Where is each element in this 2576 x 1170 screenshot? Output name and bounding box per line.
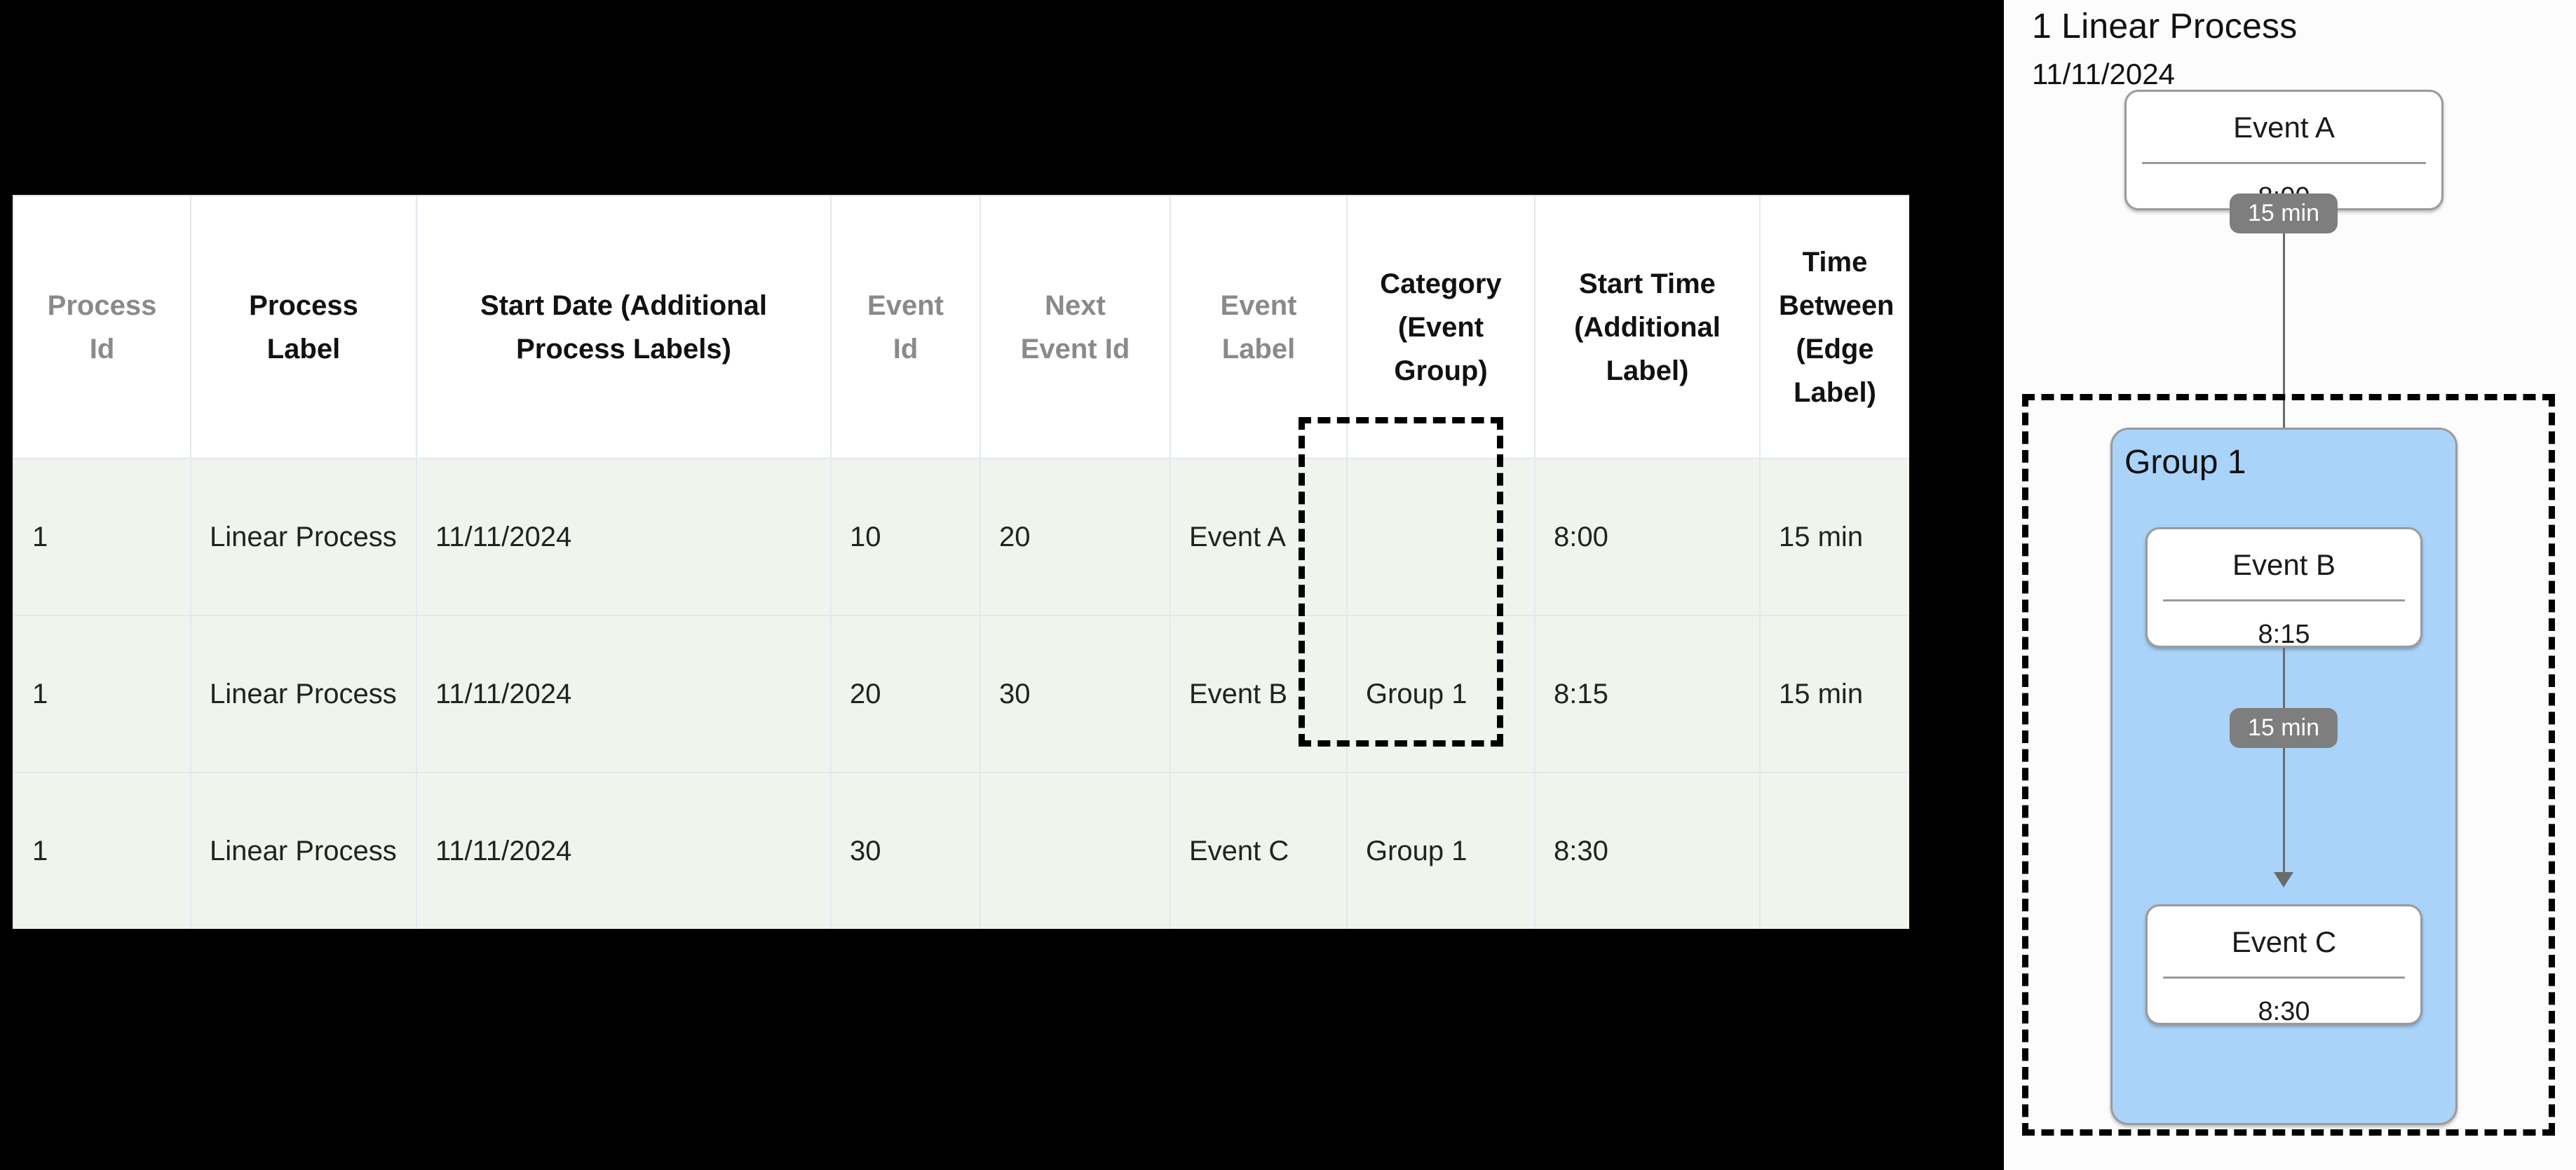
cell-process-label[interactable]: Linear Process	[190, 772, 417, 929]
node-label: Event B	[2232, 548, 2336, 581]
cell-category[interactable]: Group 1	[1346, 615, 1536, 773]
cell-process-id[interactable]: 1	[13, 458, 191, 616]
cell-event-id[interactable]: 30	[830, 772, 981, 929]
edge-badge-b-c: 15 min	[2229, 708, 2338, 748]
cell-start-time[interactable]: 8:15	[1534, 615, 1761, 773]
cell-process-id[interactable]: 1	[13, 772, 191, 929]
cell-process-id[interactable]: 1	[13, 615, 191, 773]
table-head: Process Id Process Label Start Date (Addit…	[13, 195, 1909, 459]
node-time: 8:30	[2258, 997, 2310, 1026]
cell-time-between[interactable]	[1759, 772, 1909, 929]
table-row[interactable]: 1 Linear Process 11/11/2024 30 Event C Group …	[13, 772, 1909, 929]
col-header-process-id[interactable]: Process Id	[13, 195, 191, 459]
table-body: 1 Linear Process 11/11/2024 10 20 Event A 8:00…	[13, 458, 1909, 929]
node-time: 8:15	[2258, 620, 2310, 649]
diagram-date: 11/11/2024	[2032, 57, 2175, 90]
process-events-table: Process Id Process Label Start Date (Addit…	[13, 195, 1909, 929]
col-header-start-time[interactable]: Start Time (Additional Label)	[1534, 195, 1761, 459]
col-header-process-label[interactable]: Process Label	[190, 195, 417, 459]
cell-event-label[interactable]: Event A	[1170, 458, 1348, 616]
edge-arrow-b-c	[2274, 872, 2293, 887]
cell-next-event-id[interactable]	[979, 772, 1171, 929]
diagram-node-event-c[interactable]: Event C 8:30	[2145, 904, 2422, 1026]
cell-next-event-id[interactable]: 30	[979, 615, 1171, 773]
cell-start-date[interactable]: 11/11/2024	[416, 772, 832, 929]
col-header-category[interactable]: Category (Event Group)	[1346, 195, 1536, 459]
cell-event-label[interactable]: Event C	[1170, 772, 1348, 929]
group-label: Group 1	[2124, 444, 2246, 481]
cell-category[interactable]: Group 1	[1346, 772, 1536, 929]
cell-process-label[interactable]: Linear Process	[190, 458, 417, 616]
col-header-time-between[interactable]: Time Between (Edge Label)	[1759, 195, 1909, 459]
process-events-table-panel: Process Id Process Label Start Date (Addit…	[13, 195, 1909, 929]
cell-start-date[interactable]: 11/11/2024	[416, 615, 832, 773]
cell-start-time[interactable]: 8:30	[1534, 772, 1761, 929]
cell-next-event-id[interactable]: 20	[979, 458, 1171, 616]
col-header-next-event-id[interactable]: Next Event Id	[979, 195, 1171, 459]
cell-time-between[interactable]: 15 min	[1759, 458, 1909, 616]
col-header-event-id[interactable]: Event Id	[830, 195, 981, 459]
cell-category[interactable]	[1346, 458, 1536, 616]
process-diagram-panel: 1 Linear Process 11/11/2024 Event A 8:00…	[2004, 0, 2576, 1170]
diagram-node-event-b[interactable]: Event B 8:15	[2145, 527, 2422, 649]
edge-line-b-c	[2283, 648, 2285, 872]
node-label: Event C	[2231, 925, 2337, 958]
diagram-title: 1 Linear Process	[2032, 6, 2298, 46]
cell-event-id[interactable]: 20	[830, 615, 981, 773]
table-row[interactable]: 1 Linear Process 11/11/2024 10 20 Event A 8:00…	[13, 458, 1909, 616]
cell-event-label[interactable]: Event B	[1170, 615, 1348, 773]
table-row[interactable]: 1 Linear Process 11/11/2024 20 30 Event B Grou…	[13, 615, 1909, 773]
cell-process-label[interactable]: Linear Process	[190, 615, 417, 773]
col-header-event-label[interactable]: Event Label	[1170, 195, 1348, 459]
cell-time-between[interactable]: 15 min	[1759, 615, 1909, 773]
cell-start-date[interactable]: 11/11/2024	[416, 458, 832, 616]
cell-start-time[interactable]: 8:00	[1534, 458, 1761, 616]
node-label: Event A	[2233, 111, 2335, 144]
diagram-node-event-a[interactable]: Event A 8:00	[2124, 90, 2443, 212]
cell-event-id[interactable]: 10	[830, 458, 981, 616]
table-header-row: Process Id Process Label Start Date (Addit…	[13, 195, 1909, 459]
col-header-start-date[interactable]: Start Date (Additional Process Labels)	[416, 195, 832, 459]
edge-badge-a-b: 15 min	[2229, 193, 2338, 233]
